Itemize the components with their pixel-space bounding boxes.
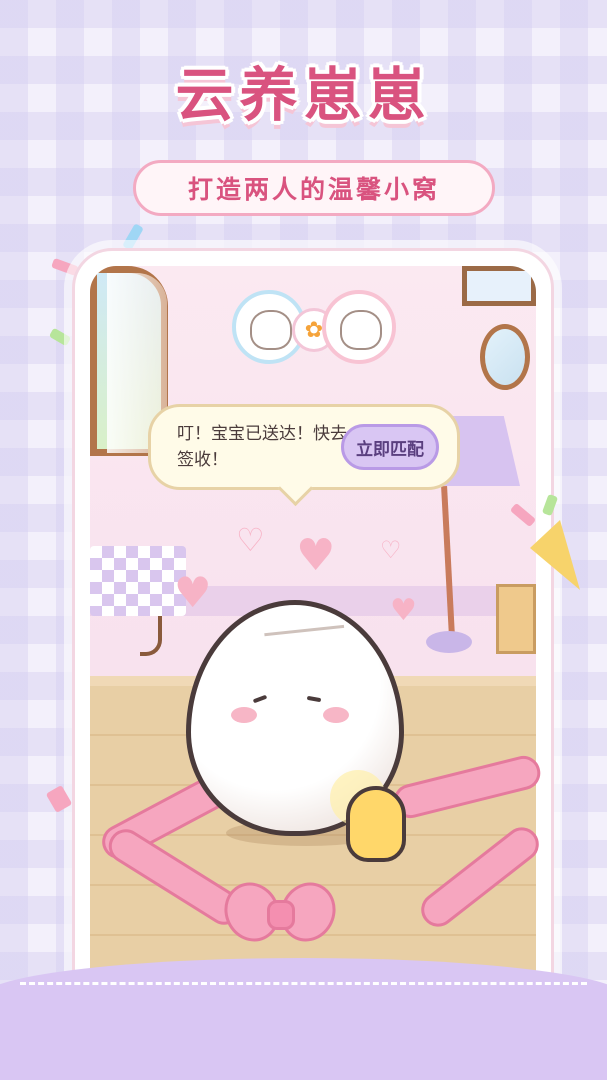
egg-blush-right (323, 707, 349, 723)
checkered-table (90, 546, 186, 616)
confetti-piece (48, 327, 72, 347)
tap-hand-icon (346, 786, 406, 862)
egg-eye-left (252, 694, 268, 704)
subtitle-banner: 打造两人的温馨小窝 (133, 160, 495, 216)
bottom-wave-decoration (0, 958, 607, 1080)
heart-icon: ♡ (236, 521, 265, 559)
heart-icon: ♥ (390, 593, 417, 628)
heart-icon: ♥ (174, 568, 212, 617)
bunny-face-icon (340, 310, 382, 350)
avatar-right[interactable] (322, 290, 396, 364)
confetti-piece (122, 223, 144, 251)
egg-blush-left (231, 707, 257, 723)
match-now-label: 立即匹配 (356, 439, 424, 460)
nightstand (496, 584, 536, 654)
app-title: 云养崽崽 (175, 61, 432, 129)
heart-icon: ♡ (380, 536, 402, 564)
bunny-face-icon (250, 310, 292, 350)
ribbon-bow (214, 873, 346, 962)
wall-mirror (480, 324, 530, 390)
floor-lamp-base (426, 631, 472, 653)
subtitle-text: 打造两人的温馨小窝 (187, 175, 440, 204)
egg-eye-right (306, 695, 322, 703)
match-now-button[interactable]: 立即匹配 (341, 424, 439, 470)
confetti-piece (45, 784, 73, 814)
wall-picture (462, 266, 536, 306)
notification-bubble: 叮！宝宝已送达！快去签收！ 立即匹配 (148, 404, 460, 490)
table-leg (140, 616, 162, 656)
notification-message: 叮！宝宝已送达！快去签收！ (177, 424, 347, 470)
bow-knot (267, 900, 295, 930)
couple-avatars: ✿ (232, 290, 396, 366)
heart-icon: ♥ (296, 530, 336, 581)
egg-crack (264, 624, 346, 652)
